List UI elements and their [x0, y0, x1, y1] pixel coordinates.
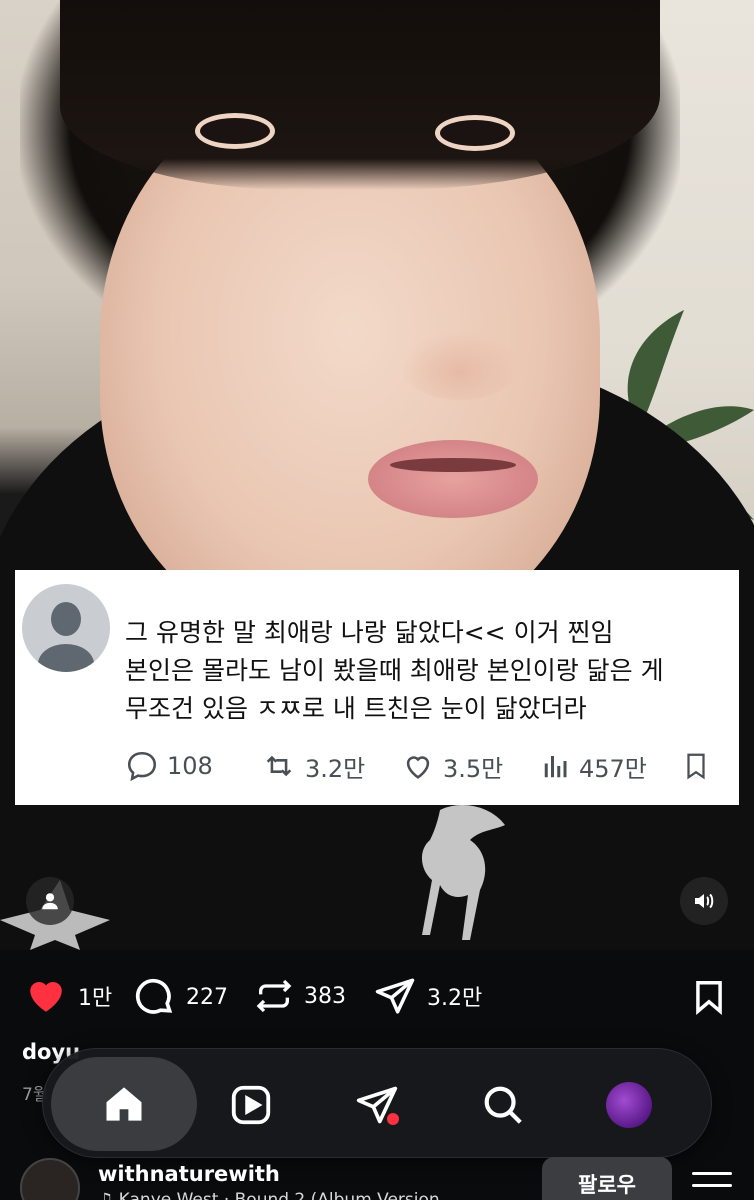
nav-profile[interactable] — [601, 1077, 657, 1133]
tweet-likes: 3.5만 — [401, 749, 541, 784]
save-icon — [696, 981, 722, 1016]
tweet-views: 457만 — [541, 749, 681, 784]
nav-home[interactable] — [51, 1057, 197, 1151]
retweet-icon — [266, 755, 292, 777]
bottom-nav — [42, 1048, 712, 1158]
save-action[interactable] — [690, 977, 728, 1017]
profile-icon — [606, 1082, 652, 1128]
comment-action[interactable]: 227 — [132, 975, 228, 1019]
shirt-pegasus-print — [421, 805, 505, 940]
share-icon — [375, 978, 415, 1014]
tag-person-button[interactable] — [26, 877, 74, 925]
share-action[interactable]: 3.2만 — [373, 975, 482, 1017]
reply-icon — [127, 751, 157, 782]
left-eye — [200, 118, 270, 144]
search-icon — [484, 1086, 522, 1124]
tweet-stats: 108 3.2만 3.5만 457만 — [125, 746, 725, 786]
repost-action[interactable]: 383 — [254, 975, 346, 1017]
lips — [368, 440, 538, 518]
mouth — [390, 458, 516, 472]
music-note-icon: ♫ — [98, 1190, 119, 1200]
comment-icon — [135, 978, 173, 1014]
home-icon — [106, 1087, 142, 1121]
notification-dot — [387, 1113, 399, 1125]
like-icon — [406, 756, 430, 779]
tweet-line-3: 무조건 있음 ㅈㅉ로 내 트친은 눈이 닮았더라 — [125, 694, 587, 723]
tweet-text: 그 유명한 말 최애랑 나랑 닮았다<< 이거 찐임 본인은 몰라도 남이 봤을… — [125, 614, 735, 728]
nav-direct[interactable] — [349, 1077, 405, 1133]
menu-icon[interactable] — [692, 1172, 732, 1200]
reels-icon — [231, 1085, 271, 1125]
song-label[interactable]: ♫ Kanye West · Bound 2 (Album Version — [98, 1190, 440, 1200]
views-icon — [544, 756, 567, 778]
creator-username[interactable]: withnaturewith — [98, 1162, 280, 1186]
right-eye — [440, 120, 510, 146]
follow-button[interactable]: 팔로우 — [542, 1157, 672, 1200]
nav-reels[interactable] — [223, 1077, 279, 1133]
bangs — [60, 0, 660, 190]
tweet-avatar — [22, 584, 110, 672]
volume-button[interactable] — [680, 877, 728, 925]
like-action[interactable]: 1만 — [24, 975, 112, 1017]
heart-icon — [30, 982, 62, 1012]
tweet-retweets: 3.2만 — [261, 749, 401, 784]
tag-person-icon — [42, 893, 58, 910]
nav-search[interactable] — [475, 1077, 531, 1133]
nose — [400, 330, 520, 400]
reel-video[interactable]: 그 유명한 말 최애랑 나랑 닮았다<< 이거 찐임 본인은 몰라도 남이 봤을… — [0, 0, 754, 950]
tweet-card: 그 유명한 말 최애랑 나랑 닮았다<< 이거 찐임 본인은 몰라도 남이 봤을… — [15, 570, 739, 805]
tweet-replies: 108 — [125, 749, 261, 783]
tweet-line-2: 본인은 몰라도 남이 봤을때 최애랑 본인이랑 닮은 게 — [125, 656, 664, 685]
repost-icon — [256, 979, 292, 1013]
bookmark-icon — [687, 753, 705, 780]
tweet-line-1: 그 유명한 말 최애랑 나랑 닮았다<< 이거 찐임 — [125, 618, 614, 647]
volume-icon — [695, 893, 714, 909]
